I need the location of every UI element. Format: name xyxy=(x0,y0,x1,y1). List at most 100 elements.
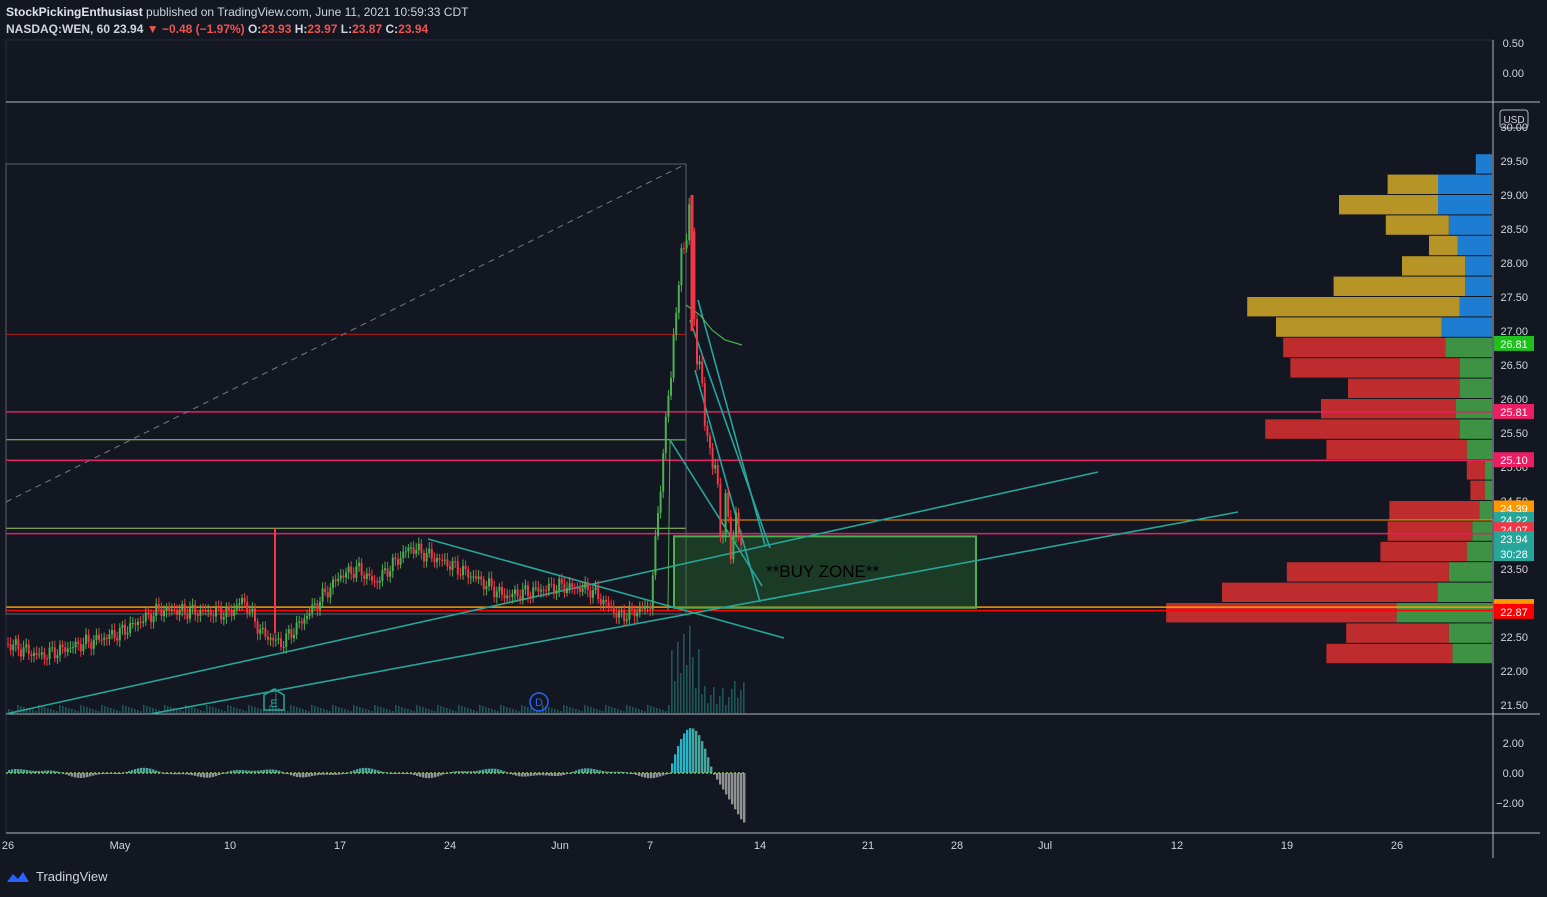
volume-profile-sell-bar xyxy=(1286,562,1449,582)
candle-body xyxy=(254,608,256,622)
candle-body xyxy=(521,589,524,601)
top-panel-tick-label: 0.00 xyxy=(1503,68,1524,80)
candle-body xyxy=(285,633,288,647)
volume-bar xyxy=(341,708,343,713)
volume-profile xyxy=(1166,154,1492,664)
candle-body xyxy=(573,587,576,589)
candle-body xyxy=(241,597,243,604)
candle-body xyxy=(612,607,615,614)
volume-bar xyxy=(248,705,250,713)
volume-bar xyxy=(599,710,601,713)
candle-body xyxy=(703,383,706,426)
candle-body xyxy=(163,610,165,617)
volume-bar xyxy=(473,710,475,713)
candle-body xyxy=(178,609,181,615)
candle-body xyxy=(477,576,480,579)
volume-profile-buy-bar xyxy=(1396,603,1492,623)
candle-body xyxy=(415,549,418,554)
volume-bar xyxy=(635,708,637,713)
candle-body xyxy=(77,641,80,644)
volume-bar xyxy=(212,707,214,713)
volume-bar xyxy=(353,705,355,713)
volume-bar xyxy=(287,711,289,713)
candle-body xyxy=(680,248,683,286)
volume-bar xyxy=(92,709,94,713)
oscillator-bar xyxy=(140,767,143,773)
candle-body xyxy=(399,558,402,565)
candle-body xyxy=(514,589,516,594)
volume-bar xyxy=(236,708,238,713)
y-tick-label: 22.50 xyxy=(1500,632,1528,644)
volume-bar xyxy=(95,710,97,713)
candle-body xyxy=(17,639,20,650)
price-chart[interactable]: USD **BUY ZONE** DE 30.0029.5029.0028.50… xyxy=(0,0,1547,897)
candle-body xyxy=(22,647,25,657)
candle-body xyxy=(529,596,532,598)
volume-bar xyxy=(224,711,226,713)
volume-profile-buy-bar xyxy=(1459,358,1492,378)
volume-bar xyxy=(143,705,145,713)
candle-body xyxy=(235,605,238,610)
candle-body xyxy=(105,637,108,640)
y-tick-label: 23.50 xyxy=(1500,564,1528,576)
volume-profile-buy-bar xyxy=(1465,276,1492,296)
candle-body xyxy=(654,536,657,576)
price-tag-label: 22.87 xyxy=(1500,607,1528,619)
volume-bar xyxy=(656,708,658,713)
candle-body xyxy=(560,578,563,584)
earnings-marker-label: E xyxy=(270,698,277,710)
candle-body xyxy=(472,576,475,578)
volume-bar xyxy=(653,707,655,713)
candle-body xyxy=(428,548,431,553)
volume-bar xyxy=(149,707,151,713)
volume-bar xyxy=(47,708,49,713)
volume-profile-buy-bar xyxy=(1466,541,1492,562)
volume-bar xyxy=(311,705,313,713)
candle-body xyxy=(150,613,152,623)
volume-bar xyxy=(572,708,574,713)
volume-bar xyxy=(629,706,631,713)
volume-profile-buy-bar xyxy=(1448,562,1492,582)
tradingview-logo[interactable]: TradingView xyxy=(6,869,108,884)
candle-body xyxy=(402,551,405,559)
volume-bars: DE xyxy=(8,626,745,713)
osc-tick-label: −2.00 xyxy=(1496,798,1524,810)
osc-tick-label: 2.00 xyxy=(1503,738,1524,750)
x-tick-label: 28 xyxy=(951,840,963,852)
volume-bar xyxy=(611,707,613,713)
oscillator-bar xyxy=(143,767,146,773)
volume-bar xyxy=(578,710,580,713)
volume-bar xyxy=(488,708,490,713)
candle-body xyxy=(160,608,163,617)
volume-bar xyxy=(191,707,193,713)
volume-bar xyxy=(326,710,328,713)
volume-bar xyxy=(737,698,739,713)
oscillator-bar xyxy=(704,748,707,773)
candle-body xyxy=(592,590,594,598)
price-axis[interactable]: 30.0029.5029.0028.5028.0027.5027.0026.50… xyxy=(1496,38,1528,810)
volume-bar xyxy=(200,710,202,713)
volume-bar xyxy=(170,707,172,713)
volume-bar xyxy=(464,707,466,713)
volume-bar xyxy=(560,711,562,713)
candle-body xyxy=(152,615,155,623)
candle-body xyxy=(186,613,189,619)
volume-bar xyxy=(23,707,25,713)
volume-profile-buy-bar xyxy=(1441,317,1492,337)
volume-profile-buy-bar xyxy=(1466,439,1492,460)
volume-bar xyxy=(461,706,463,713)
volume-bar xyxy=(647,705,649,713)
volume-profile-buy-bar xyxy=(1438,582,1492,602)
volume-bar xyxy=(152,708,154,713)
volume-bar xyxy=(458,705,460,713)
volume-bar xyxy=(413,711,415,713)
dividend-marker-label: D xyxy=(535,697,543,709)
time-axis[interactable]: 26 May 10 17 24 Jun 7 14 21 28 Jul 12 19 26 xyxy=(2,840,1403,852)
volume-bar xyxy=(185,705,187,713)
candle-body xyxy=(719,484,722,538)
candle-body xyxy=(329,587,332,598)
volume-profile-sell-bar xyxy=(1429,235,1458,256)
volume-bar xyxy=(167,706,169,713)
candle-body xyxy=(594,587,597,591)
price-tag-label: 30:28 xyxy=(1500,549,1528,561)
